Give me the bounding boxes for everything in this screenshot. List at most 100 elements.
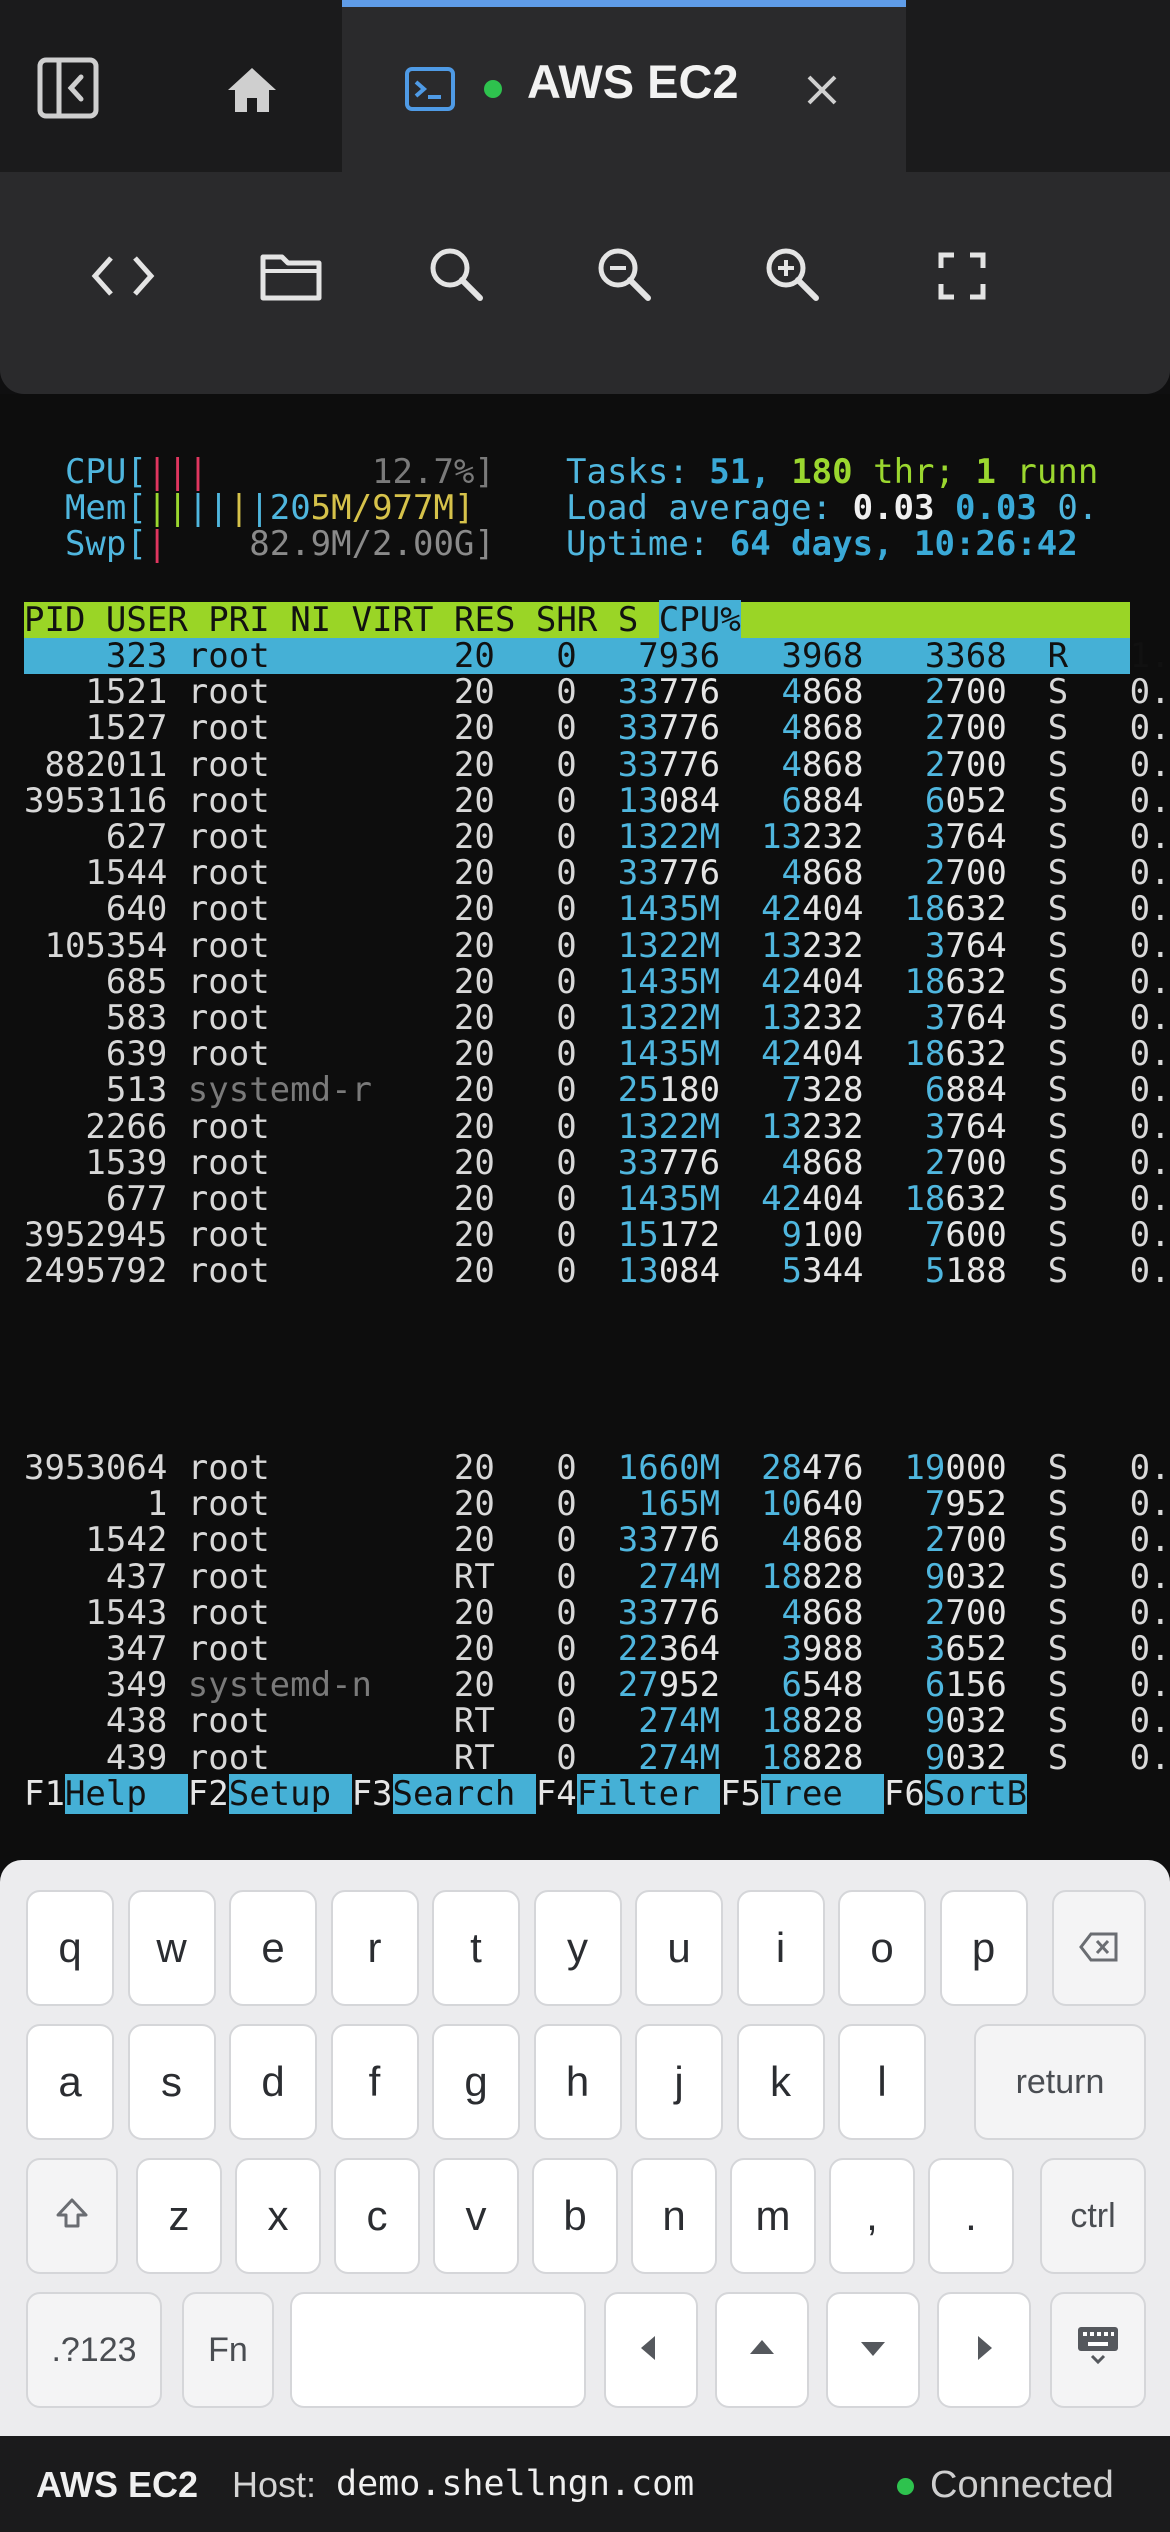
cell-shr: 9032 [924,1556,1007,1597]
cell-pid: 685 [24,961,168,1002]
key-q[interactable]: q [26,1890,114,2006]
process-row[interactable]: 882011 root 20 0 33776 4868 2700 S 0.7 [24,747,1170,783]
key-b[interactable]: b [532,2158,618,2274]
key-i[interactable]: i [736,1890,825,2006]
key-a[interactable]: a [26,2024,114,2140]
search-icon[interactable] [424,242,488,306]
process-row[interactable]: 1521 root 20 0 33776 4868 2700 S 0.7 [24,674,1170,710]
cell-virt: 1435M [617,961,721,1002]
arrow-left-key[interactable] [604,2292,698,2408]
close-icon[interactable] [800,68,844,112]
process-row[interactable]: 513 systemd-r 20 0 25180 7328 6884 S 0.0 [24,1072,1170,1108]
folder-icon[interactable] [256,246,326,306]
symbols-key[interactable]: .?123 [26,2292,162,2408]
fkey-f1[interactable]: F1Help [24,1774,188,1814]
key-z[interactable]: z [136,2158,222,2274]
cell-cpupct: 0.0 [1129,925,1170,966]
key-w[interactable]: w [127,1890,216,2006]
cell-cpupct: 0.0 [1129,1215,1170,1256]
key-o[interactable]: o [838,1890,926,2006]
process-row[interactable]: 1 root 20 0 165M 10640 7952 S 0.0 [24,1486,1170,1522]
fkey-f2[interactable]: F2Setup [188,1774,352,1814]
process-row[interactable]: 1543 root 20 0 33776 4868 2700 S 0.0 [24,1595,1170,1631]
fkey-f4[interactable]: F4Filter [536,1774,721,1814]
code-icon[interactable] [88,246,158,306]
process-row[interactable]: 2266 root 20 0 1322M 13232 3764 S 0.0 [24,1109,1170,1145]
return-key[interactable]: return [974,2024,1146,2140]
process-row[interactable]: 1544 root 20 0 33776 4868 2700 S 0.0 [24,855,1170,891]
process-row[interactable]: 1527 root 20 0 33776 4868 2700 S 0.7 [24,710,1170,746]
process-row[interactable]: 105354 root 20 0 1322M 13232 3764 S 0.0 [24,928,1170,964]
on-screen-keyboard: q w e r t y u i o p a s d f g h j k l return z x c v b n m,. ctrl.?… [0,1860,1170,2436]
key-p[interactable]: p [939,1890,1028,2006]
cell-shr: 2700 [924,1520,1007,1561]
fn-key[interactable]: Fn [182,2292,274,2408]
process-table-header[interactable]: PID USER PRI NI VIRT RES SHR S CPU% [24,600,1130,640]
cell-pid: 439 [24,1737,168,1778]
arrow-down-key[interactable] [826,2292,920,2408]
key-m[interactable]: m [730,2158,816,2274]
process-row[interactable]: 349 systemd-n 20 0 27952 6548 6156 S 0.0 [24,1667,1170,1703]
process-row[interactable]: 1539 root 20 0 33776 4868 2700 S 0.0 [24,1145,1170,1181]
shift-key[interactable] [26,2158,118,2274]
key-j[interactable]: j [635,2024,723,2140]
process-row[interactable]: 438 root RT 0 274M 18828 9032 S 0.0 [24,1703,1170,1739]
process-row[interactable]: 3952945 root 20 0 15172 9100 7600 S 0.0 [24,1217,1170,1253]
arrow-up-key[interactable] [715,2292,809,2408]
key-period[interactable]: . [928,2158,1014,2274]
process-row[interactable]: 627 root 20 0 1322M 13232 3764 S 0.0 [24,819,1170,855]
process-row[interactable]: 3953116 root 20 0 13084 6884 6052 S 0.7 [24,783,1170,819]
process-row[interactable]: 640 root 20 0 1435M 42404 18632 S 0.0 [24,891,1170,927]
cell-shr: 5188 [924,1251,1007,1292]
key-v[interactable]: v [433,2158,519,2274]
cell-s: S [1027,1070,1069,1111]
process-row[interactable]: 3953064 root 20 0 1660M 28476 19000 S 0.… [24,1450,1170,1486]
process-row[interactable]: 323 root 20 0 7936 3968 3368 R 1.3 [24,638,1170,674]
process-row[interactable]: 439 root RT 0 274M 18828 9032 S 0.0 [24,1740,1170,1776]
arrow-right-key[interactable] [937,2292,1031,2408]
key-e[interactable]: e [229,1890,317,2006]
key-h[interactable]: h [533,2024,622,2140]
key-x[interactable]: x [235,2158,321,2274]
key-d[interactable]: d [229,2024,317,2140]
cell-shr: 9032 [924,1737,1007,1778]
key-l[interactable]: l [838,2024,926,2140]
process-row[interactable]: 639 root 20 0 1435M 42404 18632 S 0.0 [24,1036,1170,1072]
hide-keyboard-key[interactable] [1050,2292,1146,2408]
key-n[interactable]: n [631,2158,717,2274]
terminal[interactable]: CPU[||| 12.7%] Mem[||||||205M/977M] Swp[… [0,394,1170,1860]
fkey-f6[interactable]: F6SortB [884,1774,1028,1814]
home-icon[interactable] [222,62,282,118]
process-row[interactable]: 677 root 20 0 1435M 42404 18632 S 0.0 [24,1181,1170,1217]
key-u[interactable]: u [635,1890,723,2006]
key-comma[interactable]: , [829,2158,915,2274]
connection-dot [897,2478,914,2495]
key-g[interactable]: g [432,2024,520,2140]
key-t[interactable]: t [432,1890,520,2006]
ctrl-key[interactable]: ctrl [1040,2158,1146,2274]
process-row[interactable]: 2495792 root 20 0 13084 5344 5188 S 0.0 [24,1253,1170,1289]
host-value: demo.shellngn.com [336,2464,695,2504]
key-c[interactable]: c [334,2158,420,2274]
zoom-in-icon[interactable] [760,242,824,306]
cell-s: S [1027,1484,1069,1525]
backspace-key[interactable] [1052,1890,1146,2006]
process-row[interactable]: 1542 root 20 0 33776 4868 2700 S 0.0 [24,1522,1170,1558]
process-row[interactable]: 437 root RT 0 274M 18828 9032 S 0.0 [24,1559,1170,1595]
key-k[interactable]: k [736,2024,825,2140]
sidebar-toggle-icon[interactable] [36,56,100,120]
key-s[interactable]: s [127,2024,216,2140]
fkey-f5[interactable]: F5Tree [720,1774,884,1814]
space-key[interactable] [290,2292,586,2408]
process-row[interactable]: 685 root 20 0 1435M 42404 18632 S 0.0 [24,964,1170,1000]
key-y[interactable]: y [533,1890,622,2006]
cell-cpupct: 0.0 [1129,1737,1170,1778]
key-f[interactable]: f [330,2024,419,2140]
fullscreen-icon[interactable] [932,246,992,306]
zoom-out-icon[interactable] [592,242,656,306]
tab-bar: AWS EC2 [0,0,1170,175]
process-row[interactable]: 583 root 20 0 1322M 13232 3764 S 0.0 [24,1000,1170,1036]
process-row[interactable]: 347 root 20 0 22364 3988 3652 S 0.0 [24,1631,1170,1667]
fkey-f3[interactable]: F3Search [352,1774,536,1814]
key-r[interactable]: r [330,1890,419,2006]
